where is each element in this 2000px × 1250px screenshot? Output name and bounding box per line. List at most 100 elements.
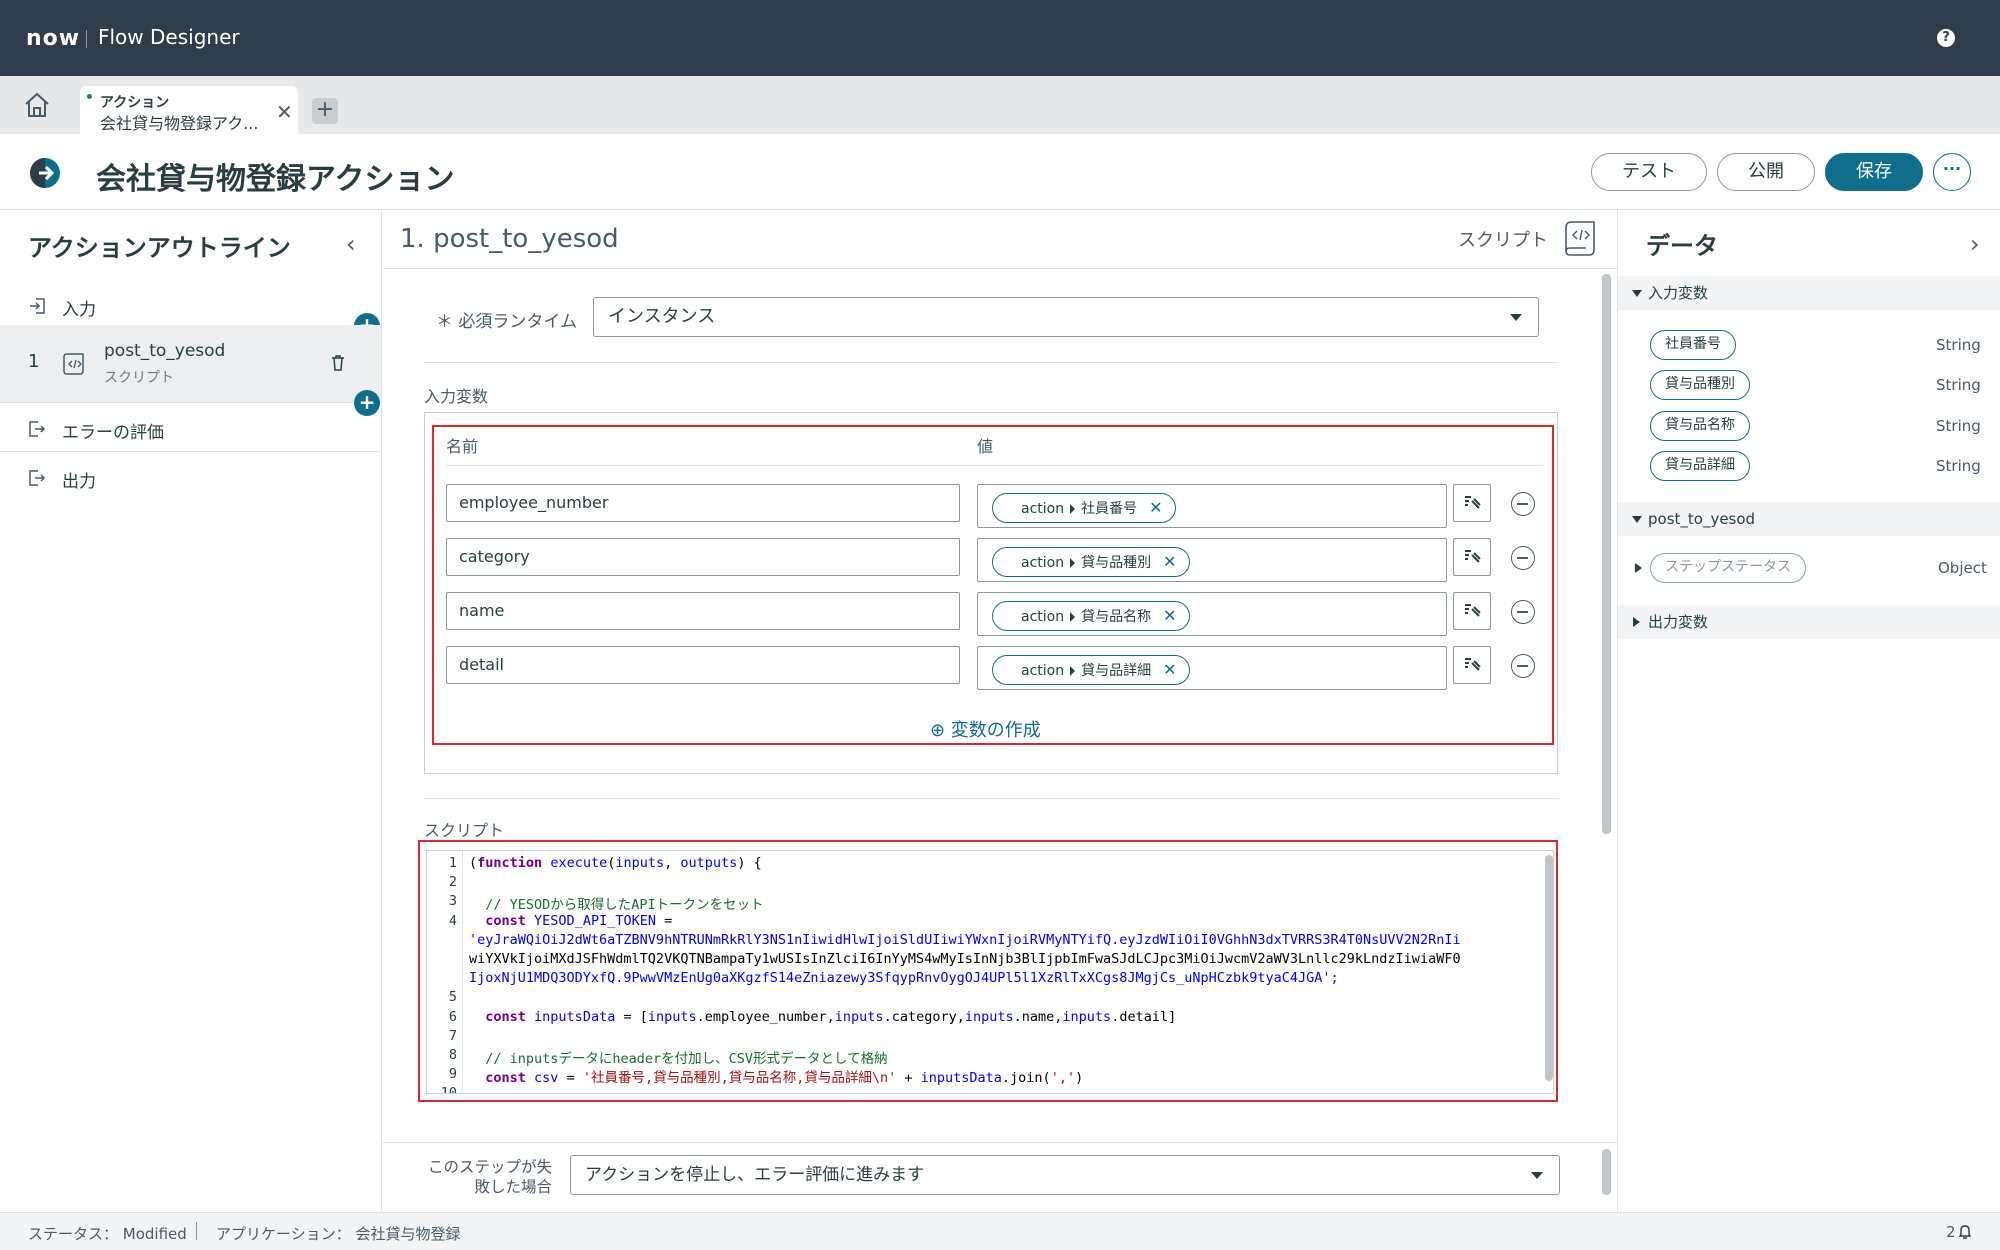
test-button[interactable]: テスト [1591, 153, 1707, 191]
data-pill[interactable]: action 貸与品名称 ✕ [992, 601, 1190, 631]
output-vars-section[interactable]: 出力変数 [1618, 605, 2000, 639]
remove-variable-icon[interactable] [1511, 654, 1535, 678]
outline-item-output[interactable]: 出力 [0, 458, 381, 498]
var-name-input[interactable]: employee_number [446, 484, 960, 522]
data-type: Object [1938, 559, 1987, 577]
tab-action[interactable]: アクション 会社貸与物登録アク... ✕ [80, 86, 298, 134]
fail-action-value: アクションを停止し、エラー評価に進みます [585, 1165, 925, 1185]
remove-variable-icon[interactable] [1511, 492, 1535, 516]
editor-scrollbar[interactable] [1602, 274, 1611, 834]
arrow-right-icon [1070, 611, 1076, 622]
remove-pill-icon[interactable]: ✕ [1149, 498, 1162, 517]
data-pill-input[interactable]: 貸与品詳細 [1650, 451, 1750, 481]
arrow-right-icon [1070, 503, 1076, 514]
chevron-down-icon [1510, 314, 1522, 321]
data-picker-icon [1465, 550, 1481, 563]
caret-right-icon[interactable] [1635, 563, 1642, 573]
data-panel-title: データ [1646, 232, 1718, 260]
var-value-field[interactable]: action 貸与品詳細 ✕ [977, 646, 1447, 690]
data-pill-input[interactable]: 社員番号 [1650, 330, 1736, 360]
action-outline-panel: アクションアウトライン ‹ 入力 + 1 post_to_yesod スクリプト… [0, 210, 382, 1212]
publish-button[interactable]: 公開 [1717, 153, 1815, 191]
data-pill[interactable]: action 社員番号 ✕ [992, 493, 1176, 523]
servicenow-logo[interactable]: now [26, 26, 80, 51]
caret-down-icon [1632, 290, 1642, 297]
expand-data-panel-icon[interactable]: › [1970, 230, 1980, 258]
outline-title: アクションアウトライン [28, 234, 291, 262]
data-picker-button[interactable] [1453, 592, 1491, 630]
fail-action-select[interactable]: アクションを停止し、エラー評価に進みます [570, 1155, 1560, 1195]
tab-type-label: アクション [100, 95, 170, 111]
data-type: String [1936, 417, 1981, 435]
data-picker-button[interactable] [1453, 646, 1491, 684]
arrow-right-icon [1070, 557, 1076, 568]
collapse-outline-icon[interactable]: ‹ [346, 230, 356, 258]
tab-name-label: 会社貸与物登録アク... [100, 114, 259, 133]
var-value-field[interactable]: action 貸与品種別 ✕ [977, 538, 1447, 582]
bell-icon[interactable] [1958, 1224, 1972, 1240]
remove-variable-icon[interactable] [1511, 546, 1535, 570]
outline-step-post-to-yesod[interactable]: 1 post_to_yesod スクリプト [0, 325, 381, 403]
error-evaluation-icon [29, 421, 46, 437]
data-pill-input[interactable]: 貸与品名称 [1650, 411, 1750, 441]
data-panel: データ › 入力変数 社員番号 String 貸与品種別 String 貸与品名… [1617, 210, 2000, 1212]
remove-variable-icon[interactable] [1511, 600, 1535, 624]
col-header-name: 名前 [446, 437, 479, 456]
input-vars-section[interactable]: 入力変数 [1618, 276, 2000, 310]
application-text: アプリケーション： 会社貸与物登録 [216, 1225, 461, 1243]
action-icon [28, 156, 62, 190]
col-header-value: 値 [977, 437, 994, 456]
save-button[interactable]: 保存 [1825, 153, 1923, 191]
runtime-select[interactable]: インスタンス [593, 297, 1539, 337]
var-name-input[interactable]: category [446, 538, 960, 576]
title-divider [86, 30, 87, 48]
output-icon [29, 470, 46, 486]
runtime-value: インスタンス [608, 306, 716, 327]
arrow-right-icon [1070, 665, 1076, 676]
footer-scrollbar[interactable] [1602, 1149, 1611, 1195]
data-picker-icon [1465, 496, 1481, 509]
help-icon[interactable]: ? [1937, 29, 1955, 47]
add-tab-button[interactable]: + [312, 98, 338, 124]
var-name-input[interactable]: name [446, 592, 960, 630]
data-picker-button[interactable] [1453, 538, 1491, 576]
page-header: 会社貸与物登録アクション テスト 公開 保存 ··· [0, 134, 2000, 210]
step-title: 1. post_to_yesod [400, 224, 619, 254]
data-picker-button[interactable] [1453, 484, 1491, 522]
data-type: String [1936, 336, 1981, 354]
var-value-field[interactable]: action 貸与品名称 ✕ [977, 592, 1447, 636]
table-header-divider [446, 465, 1542, 466]
step-name: post_to_yesod [104, 341, 226, 361]
highlight-box-variables [432, 425, 1554, 745]
outline-item-error-evaluation[interactable]: エラーの評価 [0, 404, 381, 452]
chevron-down-icon [1531, 1172, 1543, 1179]
data-type: String [1936, 457, 1981, 475]
fail-label: このステップが失敗した場合 [427, 1158, 552, 1196]
create-variable-button[interactable]: ⊕ 変数の作成 [930, 716, 1041, 742]
data-pill-input[interactable]: 貸与品種別 [1650, 370, 1750, 400]
highlight-box-script [418, 840, 1558, 1102]
data-type: String [1936, 376, 1981, 394]
var-value-field[interactable]: action 社員番号 ✕ [977, 484, 1447, 528]
step-number: 1 [28, 351, 40, 372]
script-type-icon [1565, 221, 1595, 256]
home-tab[interactable] [22, 90, 62, 122]
outline-item-input[interactable]: 入力 [0, 290, 381, 322]
remove-pill-icon[interactable]: ✕ [1163, 606, 1176, 625]
caret-right-icon [1633, 617, 1640, 627]
data-pill[interactable]: action 貸与品種別 ✕ [992, 547, 1190, 577]
tab-bar: アクション 会社貸与物登録アク... ✕ + [0, 76, 2000, 134]
notification-count[interactable]: 2 [1946, 1223, 1956, 1241]
remove-pill-icon[interactable]: ✕ [1163, 660, 1176, 679]
data-pill-step-status[interactable]: ステップステータス [1650, 553, 1806, 583]
step-section[interactable]: post_to_yesod [1618, 502, 2000, 536]
data-pill[interactable]: action 貸与品詳細 ✕ [992, 655, 1190, 685]
more-options-button[interactable]: ··· [1933, 153, 1971, 191]
var-name-input[interactable]: detail [446, 646, 960, 684]
app-title: Flow Designer [98, 25, 240, 49]
remove-pill-icon[interactable]: ✕ [1163, 552, 1176, 571]
close-tab-icon[interactable]: ✕ [276, 100, 293, 124]
failure-handling-bar: このステップが失敗した場合 アクションを停止し、エラー評価に進みます [382, 1142, 1617, 1212]
status-divider [196, 1222, 197, 1240]
delete-step-icon[interactable] [330, 354, 346, 372]
